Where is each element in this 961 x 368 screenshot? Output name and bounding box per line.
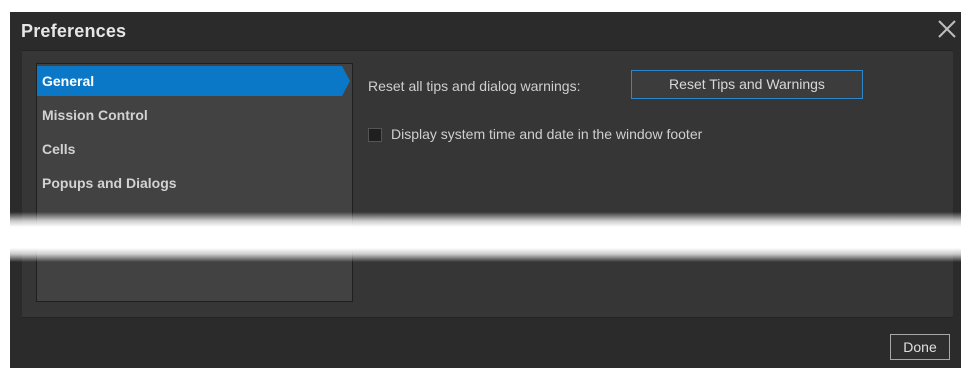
dialog-title: Preferences (21, 21, 127, 41)
sidebar-item-general[interactable]: General (37, 66, 350, 96)
display-time-checkbox[interactable] (368, 128, 382, 142)
close-icon[interactable] (935, 17, 959, 41)
reset-tips-button[interactable]: Reset Tips and Warnings (631, 70, 863, 99)
sidebar-item-cells[interactable]: Cells (37, 134, 353, 164)
title-bar: Preferences (10, 12, 961, 50)
done-button[interactable]: Done (890, 334, 950, 360)
preferences-sidebar: General Mission Control Cells Popups and… (36, 63, 353, 302)
reset-tips-label: Reset all tips and dialog warnings: (368, 78, 581, 94)
sidebar-item-popups-and-dialogs[interactable]: Popups and Dialogs (37, 168, 353, 198)
sidebar-item-mission-control[interactable]: Mission Control (37, 100, 353, 130)
display-time-label: Display system time and date in the wind… (391, 126, 703, 142)
